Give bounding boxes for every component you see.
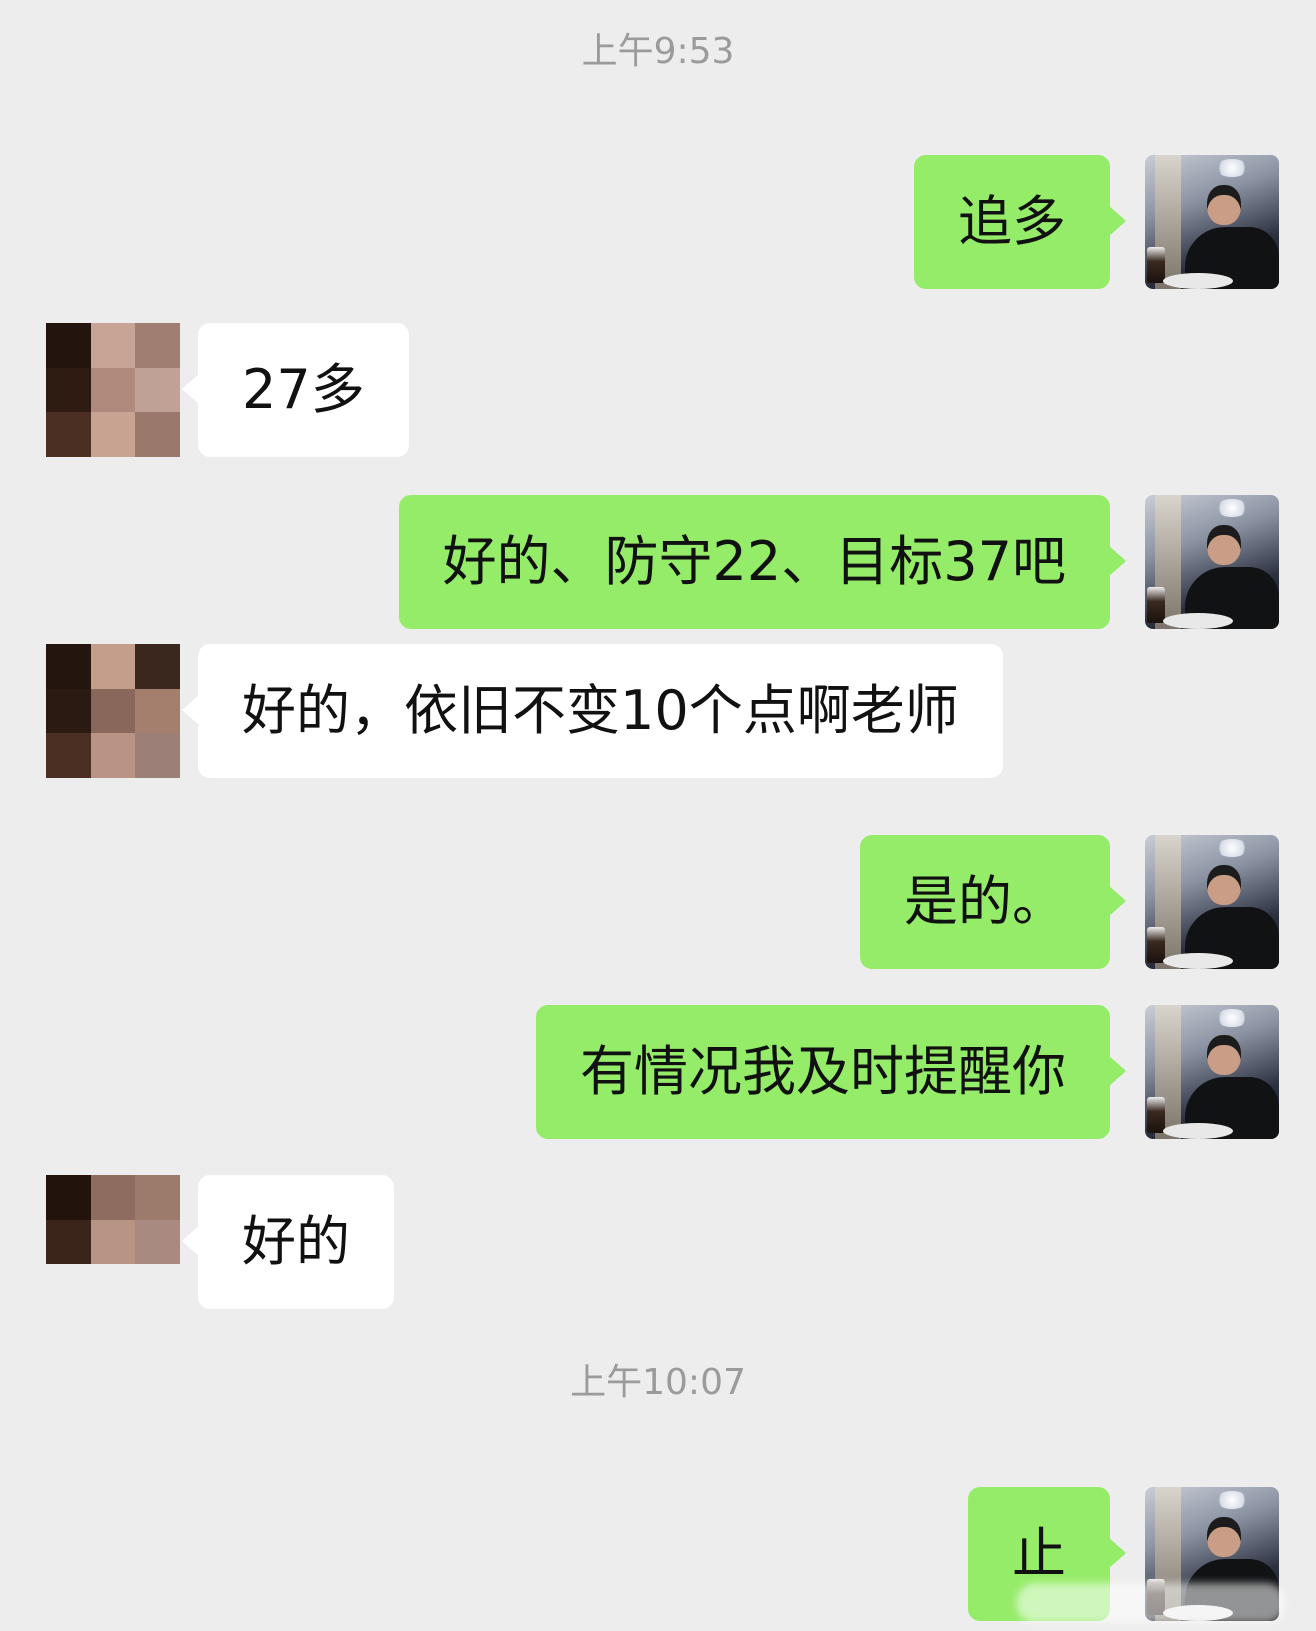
self-avatar[interactable] — [1145, 155, 1279, 289]
timestamp: 上午10:07 — [570, 1362, 746, 1403]
chat-window: 上午9:53 追多 27多 好的、防守22、目标37吧 好的，依旧不变10个点啊… — [0, 0, 1316, 1631]
message-bubble-incoming[interactable]: 好的 — [182, 1175, 394, 1309]
message-bubble-incoming[interactable]: 好的，依旧不变10个点啊老师 — [182, 644, 1003, 778]
blurred-watermark — [1016, 1583, 1286, 1623]
contact-avatar[interactable] — [46, 1175, 180, 1309]
contact-avatar[interactable] — [46, 644, 180, 778]
message-bubble-outgoing[interactable]: 有情况我及时提醒你 — [536, 1005, 1126, 1139]
self-avatar[interactable] — [1145, 495, 1279, 629]
message-bubble-outgoing[interactable]: 好的、防守22、目标37吧 — [398, 495, 1127, 629]
message-bubble-outgoing[interactable]: 追多 — [914, 155, 1126, 289]
self-avatar[interactable] — [1145, 835, 1279, 969]
contact-avatar[interactable] — [46, 323, 180, 457]
self-avatar[interactable] — [1145, 1005, 1279, 1139]
timestamp: 上午9:53 — [581, 31, 735, 72]
message-bubble-outgoing[interactable]: 是的。 — [860, 835, 1126, 969]
message-bubble-incoming[interactable]: 27多 — [182, 323, 409, 457]
